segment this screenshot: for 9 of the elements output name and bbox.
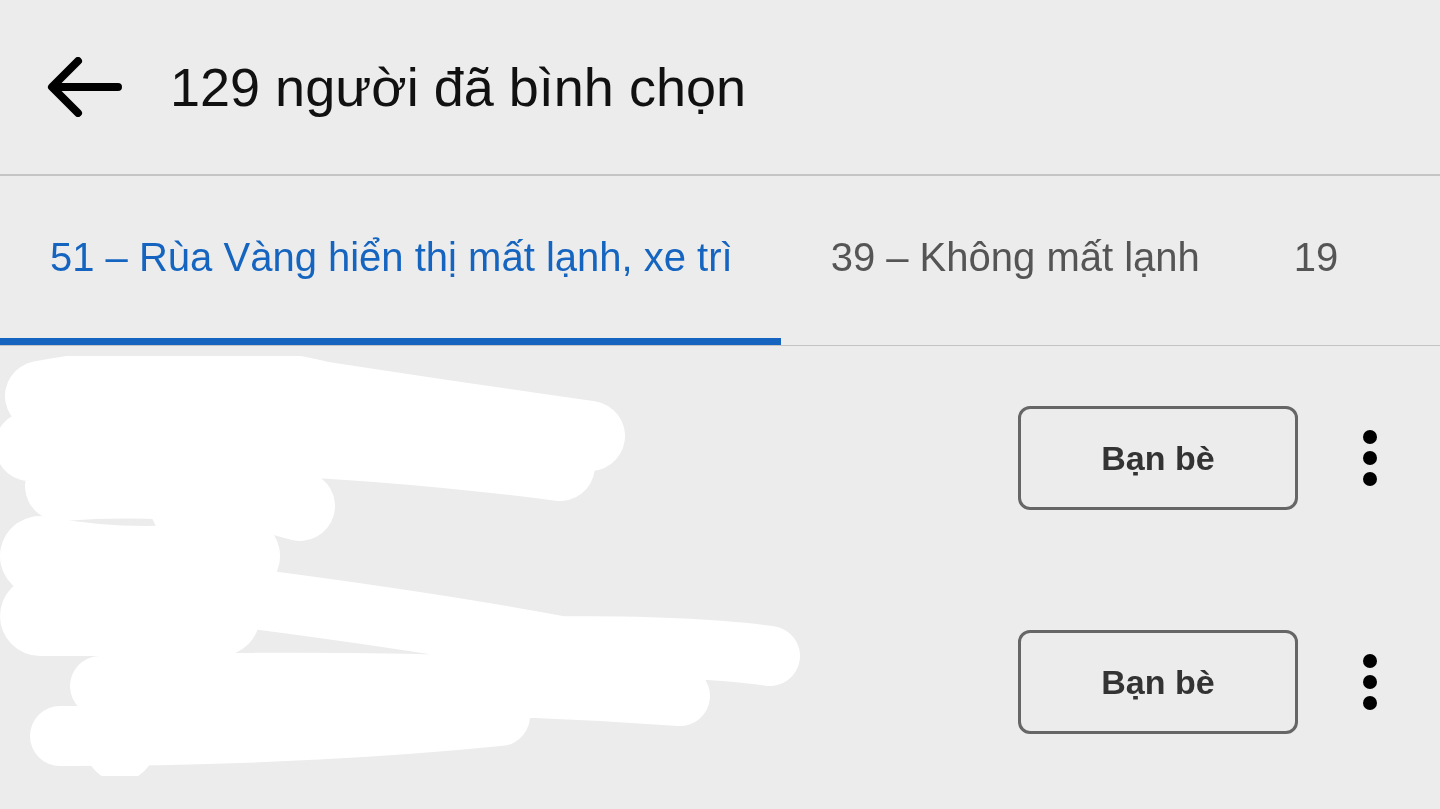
tab[interactable]: 19	[1247, 176, 1339, 345]
page-title: 129 người đã bình chọn	[170, 56, 746, 118]
tab[interactable]: 39 – Không mất lạnh	[780, 176, 1248, 345]
more-options-icon[interactable]	[1362, 654, 1378, 710]
more-options-icon[interactable]	[1362, 430, 1378, 486]
tab[interactable]: 51 – Rùa Vàng hiển thị mất lạnh, xe trì	[0, 176, 781, 345]
friends-button[interactable]: Bạn bè	[1018, 406, 1298, 510]
friends-button[interactable]: Bạn bè	[1018, 630, 1298, 734]
back-arrow-icon[interactable]	[46, 57, 122, 117]
